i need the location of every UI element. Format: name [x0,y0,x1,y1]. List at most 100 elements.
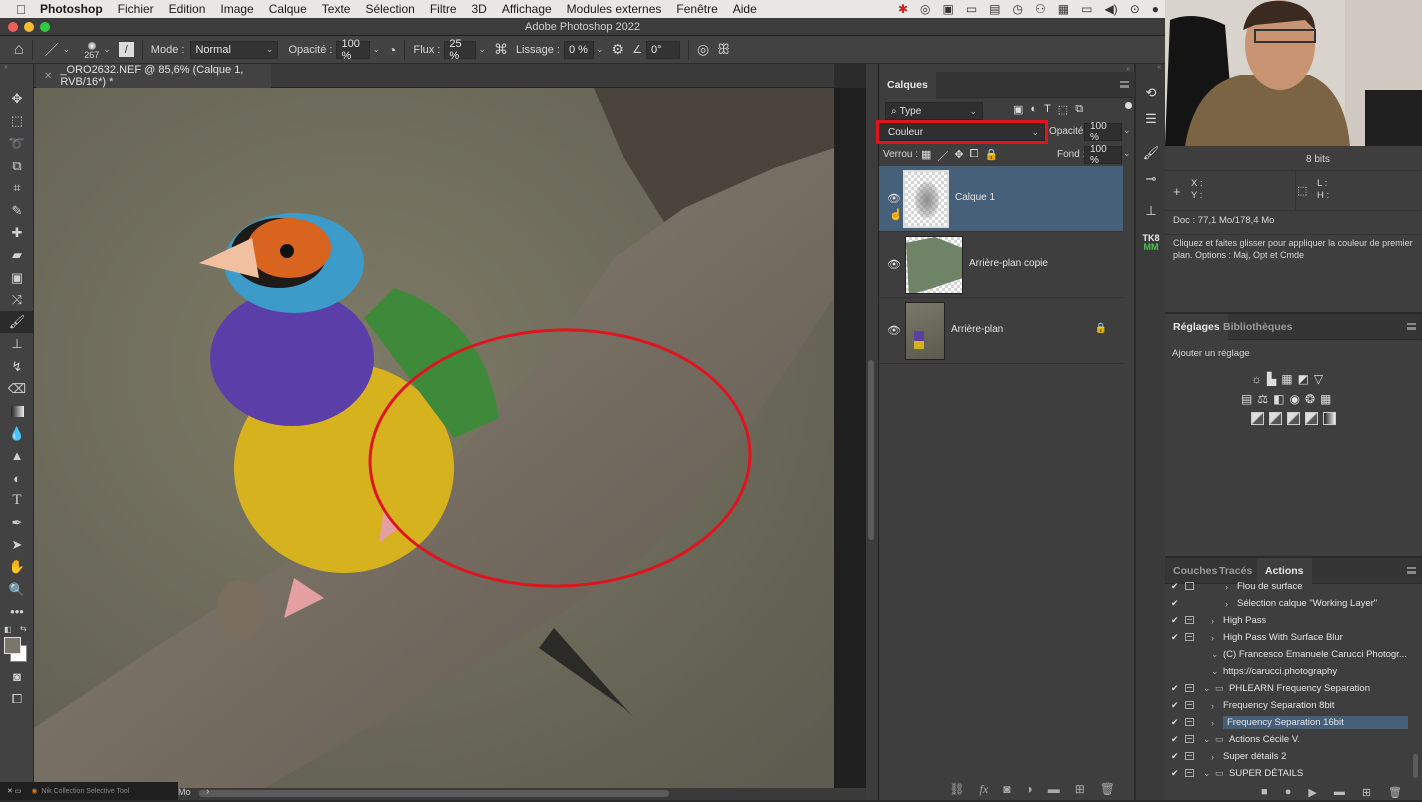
chevron-right-icon[interactable]: › [1211,718,1214,728]
action-toggle-checkbox[interactable]: ✔ [1171,700,1179,711]
apple-icon[interactable]:  [14,2,28,17]
menu-fichier[interactable]: Fichier [118,2,154,16]
layout-icon[interactable]: ▦ [1058,2,1069,16]
quick-mask-icon[interactable]: ◙ [0,665,34,687]
chevron-down-icon[interactable]: ⌄ [1211,649,1219,660]
pen-tool[interactable]: ✒ [0,512,34,534]
brightness-contrast-icon[interactable]: ☼ [1251,372,1262,386]
channel-mixer-icon[interactable]: ❂ [1305,392,1315,406]
mask-icon[interactable]: ◙ [1003,782,1010,796]
tool-presets-panel-icon[interactable]: ⊸ [1136,166,1166,192]
menu-modules-externes[interactable]: Modules externes [567,2,662,16]
symmetry-butterfly-icon[interactable]: ꕥ [717,41,730,58]
brush-tool[interactable]: 🖌 [0,310,34,334]
menu-photoshop[interactable]: Photoshop [40,2,103,16]
tab-bibliotheques[interactable]: Bibliothèques [1215,314,1300,340]
brush-preset-icon[interactable]: ／ [45,40,59,60]
filter-smart-object-icon[interactable]: ⧉ [1075,103,1083,116]
color-lookup-icon[interactable]: ▦ [1320,392,1331,406]
collapse-icon[interactable]: » [0,64,33,72]
scroll-thumb[interactable] [868,360,874,540]
display-icon[interactable]: ▭ [1081,2,1092,16]
action-item[interactable]: ✔ › Sélection calque "Working Layer" [1165,595,1411,612]
exposure-icon[interactable]: ◩ [1298,372,1309,386]
chevron-down-icon[interactable]: ⌄ [63,44,71,55]
dialog-toggle-icon[interactable] [1185,633,1194,641]
chevron-right-icon[interactable]: › [1211,633,1214,643]
levels-icon[interactable]: ▙ [1267,372,1276,386]
threshold-icon[interactable] [1287,412,1300,425]
screen-icon[interactable]: ▭ [966,2,977,16]
time-machine-icon[interactable]: ◷ [1013,2,1023,16]
lock-image-icon[interactable]: ／ [937,148,948,164]
chevron-down-icon[interactable]: ⌄ [1203,768,1211,779]
new-layer-icon[interactable]: ⊞ [1075,782,1085,796]
object-select-tool[interactable]: ⧉ [0,155,34,177]
properties-panel-icon[interactable]: ☰ [1136,106,1166,132]
trash-icon[interactable]: 🗑 [1388,786,1402,799]
panel-menu-icon[interactable] [1407,323,1416,330]
link-icon[interactable]: ⛓ [949,782,964,796]
black-white-icon[interactable]: ◧ [1273,392,1284,406]
scroll-thumb[interactable] [199,790,669,797]
smoothing-dropdown[interactable]: ⌄ [596,44,604,55]
action-item[interactable]: ✔ › Frequency Separation 8bit [1165,697,1411,714]
tk8-plugin-icon[interactable]: TK8 MM [1136,230,1166,256]
action-item[interactable]: ⌄ (C) Francesco Emanuele Carucci Photogr.… [1165,646,1411,663]
creative-cloud-icon[interactable]: ◎ [920,2,930,16]
dodge-tool[interactable]: ◐ [0,467,34,489]
hand-tool[interactable]: ✋ [0,556,34,578]
action-item[interactable]: ✔ › Super détails 2 [1165,748,1411,765]
document-canvas[interactable] [34,88,834,788]
history-panel-icon[interactable]: ⟲ [1136,80,1166,106]
layer-name[interactable]: Arrière-plan copie [969,258,1048,269]
healing-brush-tool[interactable]: ▰ [0,244,34,266]
close-tab-icon[interactable]: ✕ [44,71,52,82]
clone-source-panel-icon[interactable]: ⊥ [1136,198,1166,224]
menu-filtre[interactable]: Filtre [430,2,457,16]
mode-select[interactable]: Normal ⌄ [190,40,279,59]
menu-affichage[interactable]: Affichage [502,2,552,16]
default-colors-icon[interactable]: ◧ [4,625,12,634]
lock-transparent-icon[interactable]: ▦ [921,148,931,164]
menu-texte[interactable]: Texte [322,2,351,16]
volume-icon[interactable]: ◀) [1104,2,1117,16]
more-tools-icon[interactable]: ••• [0,601,34,623]
visibility-eye-icon[interactable]: 👁 [887,324,901,337]
nik-collection-panel[interactable]: ✕ ▭ ◉ Nik Collection Selective Tool [0,782,178,800]
action-toggle-checkbox[interactable]: ✔ [1171,768,1179,779]
dialog-toggle-icon[interactable] [1185,582,1194,590]
action-toggle-checkbox[interactable]: ✔ [1171,751,1179,762]
swap-colors-icon[interactable]: ⇆ [20,624,27,633]
lock-artboard-icon[interactable]: ⧠ [970,148,979,164]
color-balance-icon[interactable]: ⚖ [1257,392,1268,406]
dropbox-icon[interactable]: ✱ [898,2,908,16]
layer-lock-icon[interactable]: 🔒 [1095,323,1107,334]
chevron-down-icon[interactable]: ⌄ [103,44,111,55]
brush-size-picker[interactable]: 267 [84,40,99,60]
action-item[interactable]: ✔ › High Pass With Surface Blur [1165,629,1411,646]
menu-3d[interactable]: 3D [472,2,487,16]
menu-image[interactable]: Image [220,2,253,16]
gear-icon[interactable]: ⚙ [612,41,625,58]
camera-icon[interactable]: ▣ [942,2,953,16]
tab-calques[interactable]: Calques [879,72,936,98]
visibility-eye-icon[interactable]: 👁 [887,192,901,205]
layer-name[interactable]: Calque 1 [955,192,995,203]
action-toggle-checkbox[interactable]: ✔ [1171,615,1179,626]
opacity-input[interactable]: 100 % [336,38,371,62]
content-aware-move-tool[interactable]: ⤨ [0,289,34,311]
chevron-down-icon[interactable]: ⌄ [1203,683,1211,694]
opacity-slider-toggle[interactable]: ⌄ [1123,125,1131,136]
dialog-toggle-icon[interactable] [1185,718,1194,726]
dialog-toggle-icon[interactable] [1185,769,1194,777]
patch-tool[interactable]: ▣ [0,266,34,288]
gradient-map-icon[interactable] [1323,412,1336,425]
chevron-right-icon[interactable]: › [1225,582,1228,592]
foreground-color-swatch[interactable] [4,637,21,655]
visibility-eye-icon[interactable]: 👁 [887,258,901,271]
lasso-tool[interactable]: ➰ [0,133,34,155]
smoothing-input[interactable]: 0 % [563,40,594,59]
brush-settings-panel-icon[interactable]: 🖌 [1136,140,1166,166]
canvas-vertical-scrollbar[interactable] [866,64,878,800]
